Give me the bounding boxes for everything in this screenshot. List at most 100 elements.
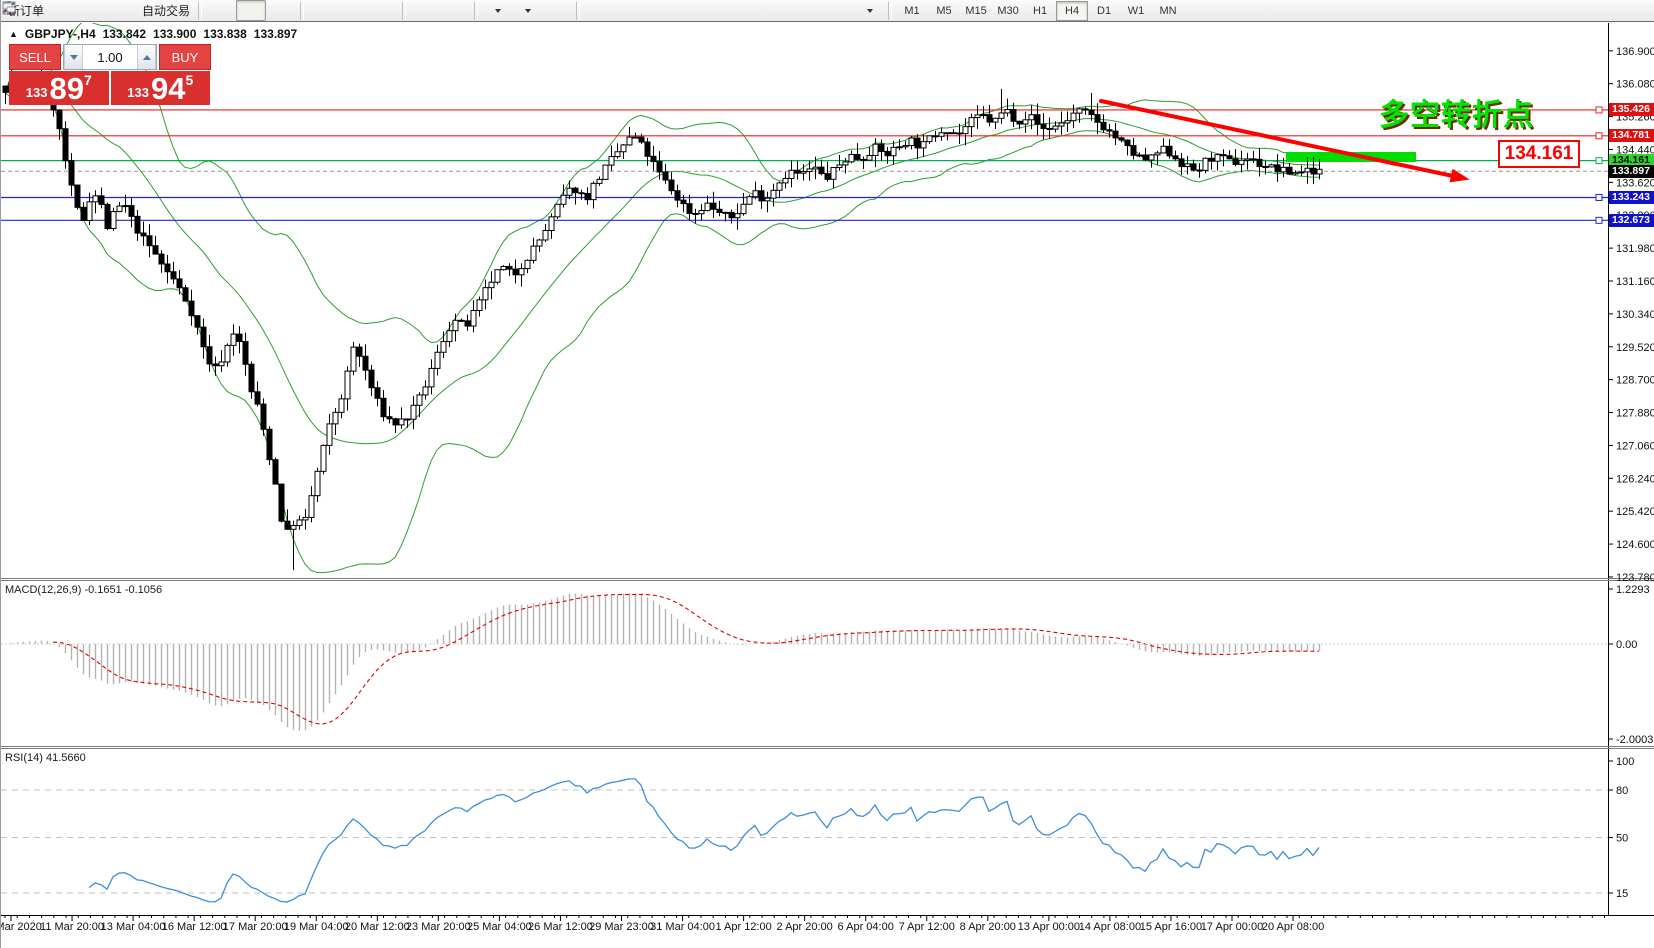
chart-autoscroll-button[interactable] [440, 0, 470, 21]
chart-canvas[interactable]: 136.900136.080135.260134.440133.620132.8… [1, 0, 1654, 948]
sell-button[interactable]: SELL [9, 44, 61, 70]
navigator-button[interactable] [78, 0, 108, 21]
periods-button[interactable] [512, 0, 542, 21]
toolbar-separator [402, 2, 406, 20]
turning-point-annotation: 多空转折点 [1379, 90, 1534, 134]
mt4-window: 新订单 自动交易 [0, 0, 1654, 948]
sell-price-sup: 7 [84, 72, 92, 88]
svg-text:100: 100 [1616, 756, 1634, 768]
svg-text:2 Apr 20:00: 2 Apr 20:00 [777, 921, 833, 933]
chevron-down-icon [70, 55, 78, 60]
templates-button[interactable] [542, 0, 572, 21]
toolbar-separator [474, 2, 478, 20]
toolbar-right-group [1526, 0, 1592, 21]
autotrading-button[interactable]: 自动交易 [138, 0, 194, 21]
svg-text:23 Mar 20:00: 23 Mar 20:00 [406, 921, 471, 933]
candlestick-chart-button[interactable] [236, 0, 266, 21]
volume-decrease-button[interactable] [64, 45, 83, 69]
chart-header: ▲ GBPJPY-,H4 133.842 133.900 133.838 133… [9, 27, 297, 41]
buy-price-prefix: 133 [127, 85, 149, 100]
search-button[interactable] [1526, 0, 1556, 21]
svg-text:16 Mar 12:00: 16 Mar 12:00 [162, 921, 227, 933]
bar-chart-button[interactable] [206, 0, 236, 21]
fibonacci-button[interactable]: F [764, 0, 794, 21]
svg-text:14 Apr 08:00: 14 Apr 08:00 [1079, 921, 1141, 933]
svg-text:126.240: 126.240 [1616, 473, 1654, 485]
svg-text:136.900: 136.900 [1616, 46, 1654, 58]
zoom-in-button[interactable] [308, 0, 338, 21]
toolbar-separator [888, 2, 892, 20]
svg-text:80: 80 [1616, 785, 1628, 797]
toolbar-separator [576, 2, 580, 20]
timeframe-d1-button[interactable]: D1 [1088, 1, 1120, 21]
svg-text:127.880: 127.880 [1616, 408, 1654, 420]
text-label-button[interactable]: T [824, 0, 854, 21]
zoom-out-button[interactable] [338, 0, 368, 21]
svg-text:17 Mar 20:00: 17 Mar 20:00 [223, 921, 288, 933]
vertical-line-button[interactable] [644, 0, 674, 21]
buy-price-big: 94 [151, 73, 185, 104]
svg-text:15 Apr 16:00: 15 Apr 16:00 [1140, 921, 1202, 933]
svg-text:13 Mar 04:00: 13 Mar 04:00 [101, 921, 166, 933]
svg-text:136.080: 136.080 [1616, 79, 1654, 91]
arrows-button[interactable] [854, 0, 884, 21]
sell-price-prefix: 133 [26, 85, 48, 100]
chart-shift-button[interactable] [410, 0, 440, 21]
svg-text:129.520: 129.520 [1616, 342, 1654, 354]
timeframe-w1-button[interactable]: W1 [1120, 1, 1152, 21]
chat-icon [1, 0, 17, 16]
svg-text:130.340: 130.340 [1616, 309, 1654, 321]
ohlc-close: 133.897 [254, 27, 297, 41]
tile-windows-button[interactable] [368, 0, 398, 21]
svg-text:-2.0003: -2.0003 [1616, 734, 1653, 746]
horizontal-line-button[interactable] [674, 0, 704, 21]
ohlc-high: 133.900 [153, 27, 196, 41]
cursor-button[interactable] [584, 0, 614, 21]
equidistant-channel-button[interactable]: E [734, 0, 764, 21]
price-callout-label: 134.161 [1498, 140, 1580, 168]
timeframe-m15-button[interactable]: M15 [960, 1, 992, 21]
chevron-down-icon [867, 9, 873, 13]
svg-text:13 Apr 00:00: 13 Apr 00:00 [1018, 921, 1080, 933]
timeframe-m1-button[interactable]: M1 [896, 1, 928, 21]
svg-text:1.2293: 1.2293 [1616, 584, 1650, 596]
timeframe-m30-button[interactable]: M30 [992, 1, 1024, 21]
sell-price-display[interactable]: 133 89 7 [9, 71, 111, 105]
price-axis-tag: 132.673 [1609, 214, 1654, 227]
volume-increase-button[interactable] [137, 45, 156, 69]
volume-input[interactable] [83, 45, 137, 69]
data-window-button[interactable] [108, 0, 138, 21]
buy-button[interactable]: BUY [159, 44, 211, 70]
text-button[interactable]: A [794, 0, 824, 21]
timeframe-h1-button[interactable]: H1 [1024, 1, 1056, 21]
trendline-button[interactable] [704, 0, 734, 21]
crosshair-button[interactable] [614, 0, 644, 21]
svg-text:127.060: 127.060 [1616, 440, 1654, 452]
sell-price-big: 89 [49, 73, 83, 104]
autotrading-label: 自动交易 [142, 2, 190, 19]
svg-text:10 Mar 2020: 10 Mar 2020 [1, 921, 42, 933]
svg-text:124.600: 124.600 [1616, 539, 1654, 551]
new-chart-button[interactable] [482, 0, 512, 21]
svg-text:128.700: 128.700 [1616, 375, 1654, 387]
timeframe-h4-button[interactable]: H4 [1056, 1, 1088, 21]
timeframe-m5-button[interactable]: M5 [928, 1, 960, 21]
svg-text:131.980: 131.980 [1616, 243, 1654, 255]
svg-text:26 Mar 12:00: 26 Mar 12:00 [528, 921, 593, 933]
volume-control [63, 44, 157, 70]
buy-price-display[interactable]: 133 94 5 [111, 71, 211, 105]
svg-text:17 Apr 00:00: 17 Apr 00:00 [1201, 921, 1263, 933]
chat-button[interactable] [1562, 0, 1592, 21]
price-axis-tag: 133.243 [1609, 191, 1654, 204]
svg-text:31 Mar 04:00: 31 Mar 04:00 [650, 921, 715, 933]
macd-label: MACD(12,26,9) -0.1651 -0.1056 [5, 584, 162, 596]
svg-text:131.160: 131.160 [1616, 276, 1654, 288]
toolbar-separator [300, 2, 304, 20]
line-chart-button[interactable] [266, 0, 296, 21]
panel-collapse-arrow[interactable]: ▲ [9, 29, 18, 39]
price-axis-tag: 134.781 [1609, 129, 1654, 142]
one-click-trading-panel: SELL BUY 133 89 7 133 94 5 [9, 44, 210, 105]
svg-text:50: 50 [1616, 833, 1628, 845]
timeframe-mn-button[interactable]: MN [1152, 1, 1184, 21]
market-watch-button[interactable] [48, 0, 78, 21]
